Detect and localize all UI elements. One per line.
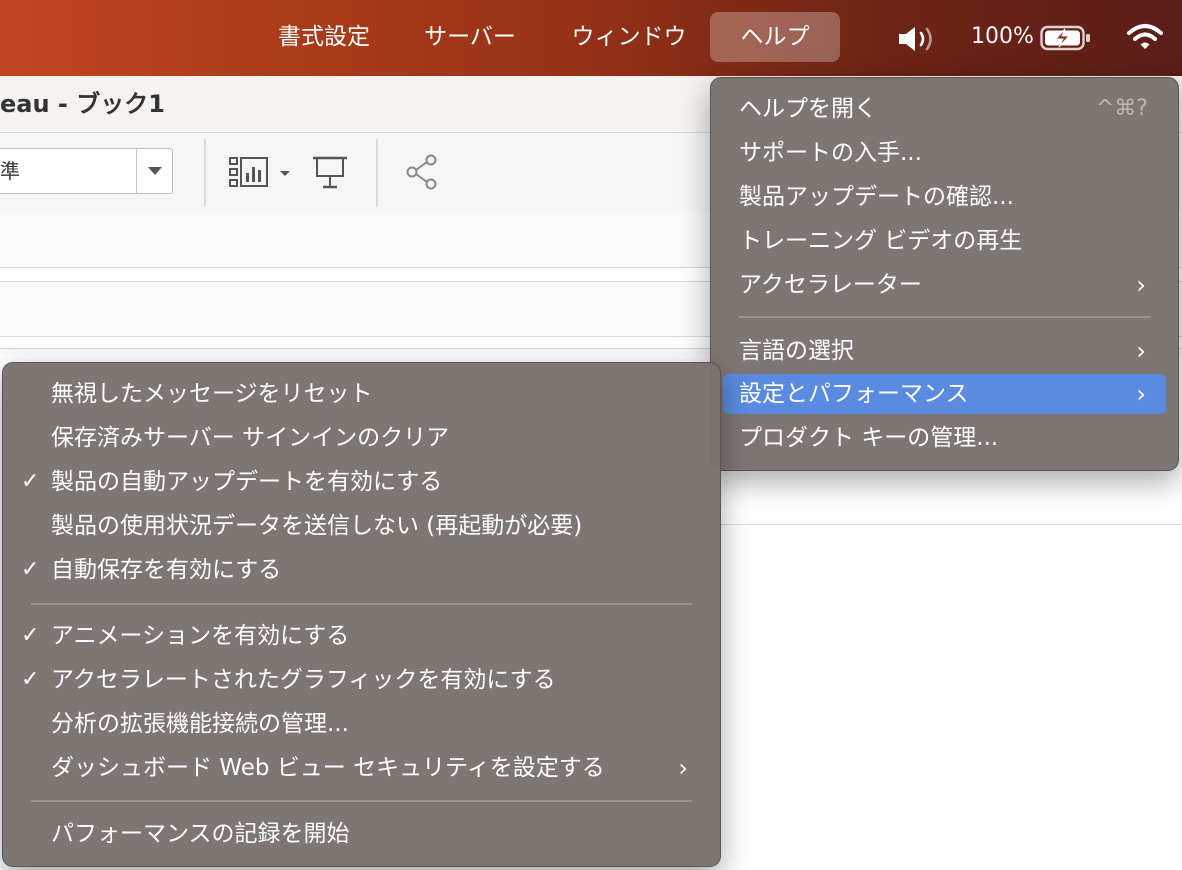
menu-item-label: ヘルプを開く: [739, 96, 877, 122]
menu-help[interactable]: ヘルプ: [710, 12, 840, 62]
menu-bar: 書式設定 サーバー ウィンドウ ヘルプ 100%: [0, 0, 1182, 76]
keyboard-shortcut: ^⌘?: [1095, 96, 1148, 121]
show-me-icon[interactable]: [228, 155, 294, 193]
menu-item-reset-dismissed-messages[interactable]: 無視したメッセージをリセット: [15, 374, 708, 414]
menu-item-check-updates[interactable]: 製品アップデートの確認...: [723, 177, 1166, 217]
battery-percent: 100%: [971, 24, 1034, 49]
menu-window[interactable]: ウィンドウ: [556, 12, 702, 62]
toolbar-divider: [376, 139, 378, 207]
menu-item-settings-performance[interactable]: 設定とパフォーマンス ›: [723, 374, 1166, 414]
wifi-icon[interactable]: [1127, 22, 1163, 56]
menu-item-label: ダッシュボード Web ビュー セキュリティを設定する: [51, 755, 605, 781]
presentation-icon[interactable]: [312, 155, 348, 195]
menu-item-open-help[interactable]: ヘルプを開く ^⌘?: [723, 89, 1166, 129]
chevron-right-icon: ›: [1136, 271, 1146, 299]
menu-item-training-videos[interactable]: トレーニング ビデオの再生: [723, 221, 1166, 261]
fit-dropdown-value: 準: [0, 159, 20, 183]
checkmark-icon: ✓: [21, 557, 40, 582]
menu-separator: [31, 800, 692, 802]
menu-item-label: 製品の自動アップデートを有効にする: [51, 469, 443, 495]
checkmark-icon: ✓: [21, 623, 40, 648]
menu-item-label: 設定とパフォーマンス: [739, 381, 969, 407]
chevron-right-icon: ›: [1136, 337, 1146, 365]
menu-item-start-performance-recording[interactable]: パフォーマンスの記録を開始: [15, 814, 708, 854]
battery-charging-icon[interactable]: [1040, 25, 1092, 55]
menu-item-enable-autosave[interactable]: ✓ 自動保存を有効にする: [15, 550, 708, 590]
chevron-down-icon[interactable]: [148, 167, 162, 175]
menu-item-label: アニメーションを有効にする: [51, 623, 350, 649]
menu-item-enable-auto-updates[interactable]: ✓ 製品の自動アップデートを有効にする: [15, 462, 708, 502]
menu-item-manage-product-keys[interactable]: プロダクト キーの管理...: [723, 418, 1166, 458]
menu-item-dashboard-webview-security[interactable]: ダッシュボード Web ビュー セキュリティを設定する ›: [15, 748, 708, 788]
help-menu: ヘルプを開く ^⌘? サポートの入手... 製品アップデートの確認... トレー…: [710, 77, 1179, 471]
menu-item-enable-animations[interactable]: ✓ アニメーションを有効にする: [15, 616, 708, 656]
menu-item-enable-accelerated-graphics[interactable]: ✓ アクセラレートされたグラフィックを有効にする: [15, 660, 708, 700]
checkmark-icon: ✓: [21, 469, 40, 494]
menu-item-label: 言語の選択: [739, 338, 854, 364]
share-icon[interactable]: [405, 154, 439, 194]
menu-server[interactable]: サーバー: [408, 12, 532, 62]
chevron-right-icon: ›: [678, 754, 688, 782]
view-divider: [700, 524, 1182, 525]
menu-format[interactable]: 書式設定: [262, 12, 386, 62]
chevron-right-icon: ›: [1136, 380, 1146, 408]
fit-dropdown[interactable]: 準: [0, 148, 173, 194]
dropdown-divider: [136, 149, 137, 193]
menu-item-accelerators[interactable]: アクセラレーター ›: [723, 265, 1166, 305]
menu-item-clear-saved-sign-ins[interactable]: 保存済みサーバー サインインのクリア: [15, 418, 708, 458]
menu-item-label: 自動保存を有効にする: [51, 557, 282, 583]
menu-item-label: アクセラレートされたグラフィックを有効にする: [51, 667, 556, 693]
menu-separator: [31, 603, 692, 605]
settings-performance-submenu: 無視したメッセージをリセット 保存済みサーバー サインインのクリア ✓ 製品の自…: [2, 362, 721, 867]
menu-item-disable-usage-data[interactable]: 製品の使用状況データを送信しない (再起動が必要): [15, 506, 708, 546]
checkmark-icon: ✓: [21, 667, 40, 692]
menu-item-get-support[interactable]: サポートの入手...: [723, 133, 1166, 173]
volume-icon[interactable]: [896, 24, 938, 58]
menu-item-label: アクセラレーター: [739, 272, 922, 298]
toolbar-divider: [204, 139, 206, 207]
window-title: eau - ブック1: [0, 90, 165, 118]
menu-separator: [739, 316, 1151, 318]
menu-item-manage-analytics-extensions[interactable]: 分析の拡張機能接続の管理...: [15, 704, 708, 744]
menu-item-choose-language[interactable]: 言語の選択 ›: [723, 331, 1166, 371]
